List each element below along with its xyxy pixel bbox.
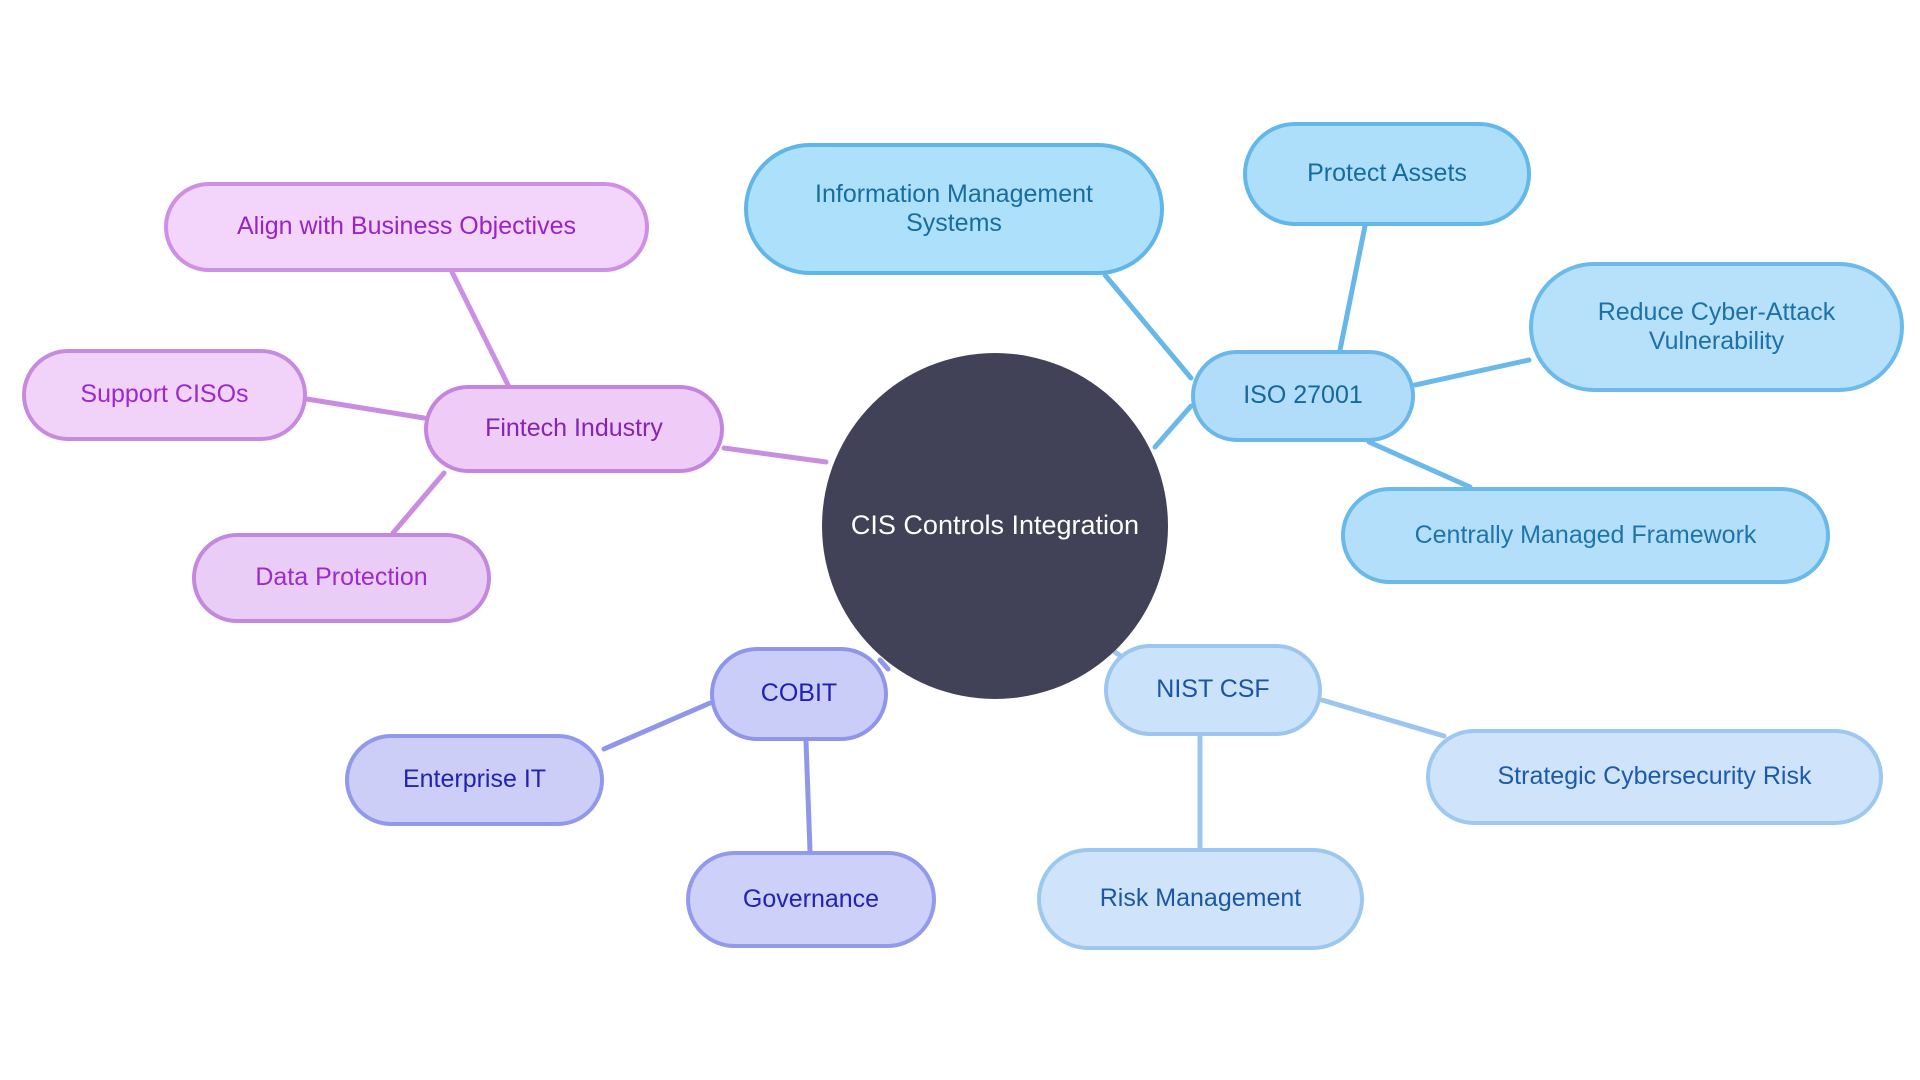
leaf-node-support-cisos-label: Support CISOs	[80, 380, 249, 409]
edge-nist-to-strategic	[1319, 697, 1447, 739]
leaf-node-enterprise-it[interactable]: Enterprise IT	[345, 734, 604, 826]
branch-node-fintech-label: Fintech Industry	[485, 414, 663, 443]
edge-center-to-fintech	[721, 445, 829, 465]
leaf-node-enterprise-it-label: Enterprise IT	[402, 765, 547, 794]
leaf-node-strategic-cybersecurity-risk-label: Strategic Cybersecurity Risk	[1497, 762, 1812, 791]
leaf-node-centrally-managed-framework[interactable]: Centrally Managed Framework	[1341, 487, 1830, 584]
branch-node-iso27001[interactable]: ISO 27001	[1191, 350, 1415, 442]
leaf-node-align-with-business-objectives[interactable]: Align with Business Objectives	[164, 182, 649, 272]
leaf-node-reduce-cyber-attack-vulnerability[interactable]: Reduce Cyber-Attack Vulnerability	[1529, 262, 1904, 392]
edge-iso-to-ims	[1102, 272, 1194, 381]
edge-fintech-to-align	[449, 269, 511, 388]
leaf-node-protect-assets[interactable]: Protect Assets	[1243, 122, 1531, 226]
central-node-label: CIS Controls Integration	[850, 510, 1140, 541]
edge-cobit-to-enterprise	[601, 700, 713, 752]
edge-iso-to-protect	[1337, 223, 1368, 353]
leaf-node-support-cisos[interactable]: Support CISOs	[22, 349, 307, 441]
branch-node-fintech[interactable]: Fintech Industry	[424, 385, 724, 473]
central-node[interactable]: CIS Controls Integration	[822, 353, 1168, 699]
branch-node-cobit[interactable]: COBIT	[710, 647, 888, 741]
edge-fintech-to-cisos	[304, 396, 427, 421]
branch-node-nistcsf[interactable]: NIST CSF	[1104, 644, 1322, 736]
edge-iso-to-reduce	[1412, 357, 1532, 388]
edge-cobit-to-governance	[803, 738, 813, 854]
edge-fintech-to-dataprot	[390, 470, 447, 536]
branch-node-iso27001-label: ISO 27001	[1243, 381, 1363, 410]
leaf-node-data-protection[interactable]: Data Protection	[192, 533, 491, 623]
leaf-node-governance[interactable]: Governance	[686, 851, 936, 948]
leaf-node-data-protection-label: Data Protection	[255, 563, 428, 592]
leaf-node-risk-management-label: Risk Management	[1099, 884, 1302, 913]
leaf-node-align-with-business-objectives-label: Align with Business Objectives	[236, 212, 577, 241]
edge-center-to-iso	[1152, 403, 1194, 450]
leaf-node-reduce-cyber-attack-vulnerability-label: Reduce Cyber-Attack Vulnerability	[1597, 297, 1836, 356]
leaf-node-governance-label: Governance	[742, 884, 880, 913]
leaf-node-information-management-systems-label: Information Management Systems	[815, 179, 1093, 238]
branch-node-cobit-label: COBIT	[760, 679, 838, 708]
leaf-node-information-management-systems[interactable]: Information Management Systems	[744, 143, 1164, 275]
leaf-node-protect-assets-label: Protect Assets	[1307, 159, 1467, 188]
leaf-node-risk-management[interactable]: Risk Management	[1037, 848, 1364, 950]
leaf-node-strategic-cybersecurity-risk[interactable]: Strategic Cybersecurity Risk	[1426, 729, 1883, 825]
mindmap-canvas: CIS Controls Integration Fintech Industry…	[0, 0, 1920, 1080]
leaf-node-centrally-managed-framework-label: Centrally Managed Framework	[1414, 520, 1757, 549]
branch-node-nistcsf-label: NIST CSF	[1156, 675, 1270, 704]
edge-iso-to-central	[1366, 439, 1473, 490]
